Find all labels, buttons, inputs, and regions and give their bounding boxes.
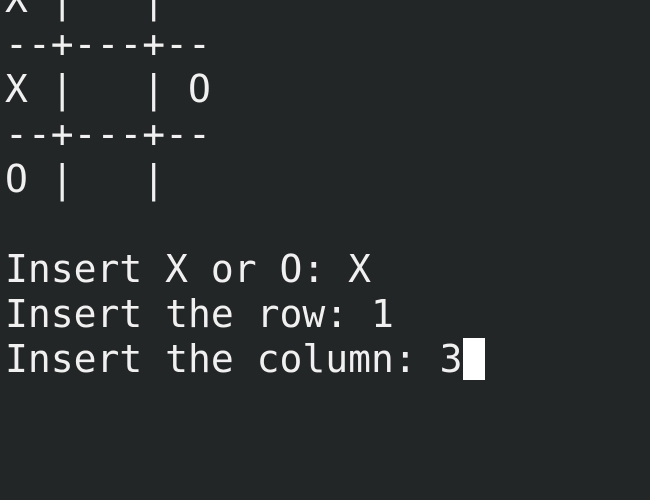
prompt-column-line[interactable]: Insert the column: 3: [5, 337, 650, 382]
terminal-window[interactable]: X | | --+---+-- X | | O --+---+-- O | | …: [0, 0, 650, 477]
prompt-row: Insert the row: 1: [5, 292, 394, 336]
text-cursor: [462, 338, 485, 380]
prompt-symbol: Insert X or O: X: [5, 247, 372, 291]
board-separator-2: --+---+--: [5, 112, 211, 156]
board-separator-1: --+---+--: [5, 22, 211, 66]
prompt-column: Insert the column: 3: [5, 337, 463, 381]
board-row-1: X | |: [5, 0, 650, 22]
board-row-3: O | |: [5, 157, 166, 201]
board-row-2: X | | O: [5, 67, 211, 111]
